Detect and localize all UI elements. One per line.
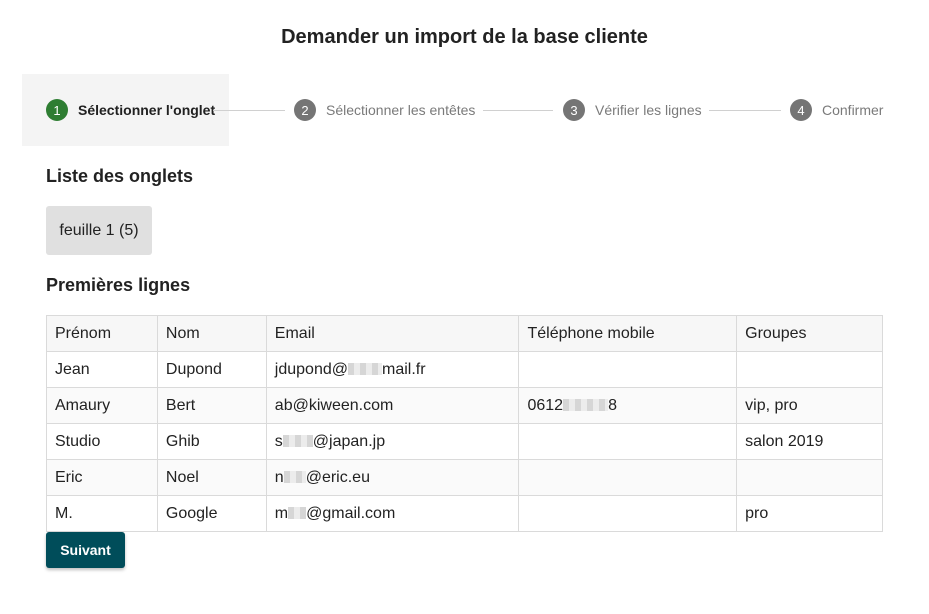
step-number-badge: 2 bbox=[294, 99, 316, 121]
column-header: Téléphone mobile bbox=[518, 315, 738, 352]
cell-nom: Bert bbox=[156, 387, 267, 424]
email-text: m bbox=[274, 504, 289, 522]
cell-telephone bbox=[518, 351, 738, 388]
cell-groupes: salon 2019 bbox=[736, 423, 883, 460]
step-label: Sélectionner l'onglet bbox=[78, 102, 216, 118]
cell-nom: Noel bbox=[156, 459, 267, 496]
email-text: s bbox=[274, 432, 283, 450]
column-header: Groupes bbox=[736, 315, 883, 352]
tabs-section-title: Liste des onglets bbox=[46, 166, 194, 186]
cell-email: jdupond@ mail.fr bbox=[265, 351, 520, 388]
step-connector bbox=[213, 110, 285, 111]
email-text: @eric.eu bbox=[305, 468, 370, 486]
table-row: Eric Noel n @eric.eu bbox=[46, 459, 883, 496]
step-number-badge: 3 bbox=[563, 99, 585, 121]
cell-email: ab@kiween.com bbox=[265, 387, 520, 424]
table-row: Studio Ghib s @japan.jp salon 2019 bbox=[46, 423, 883, 460]
step-connector bbox=[709, 110, 781, 111]
email-text: jdupond@ bbox=[274, 360, 348, 378]
email-text: @japan.jp bbox=[312, 432, 386, 450]
redacted-blur bbox=[282, 434, 313, 447]
cell-nom: Google bbox=[156, 495, 267, 532]
email-text: @gmail.com bbox=[306, 504, 396, 522]
redacted-blur bbox=[283, 470, 306, 483]
cell-nom: Ghib bbox=[156, 423, 267, 460]
redacted-blur bbox=[288, 506, 307, 519]
telephone-text: 8 bbox=[608, 396, 617, 414]
cell-groupes bbox=[736, 351, 883, 388]
next-button[interactable]: Suivant bbox=[46, 532, 125, 568]
column-header: Email bbox=[265, 315, 520, 352]
step-verify-rows[interactable]: 3 Vérifier les lignes bbox=[563, 99, 702, 121]
cell-nom: Dupond bbox=[156, 351, 267, 388]
step-select-tab[interactable]: 1 Sélectionner l'onglet bbox=[46, 99, 215, 121]
table-row: Jean Dupond jdupond@ mail.fr bbox=[46, 351, 883, 388]
step-connector bbox=[483, 110, 553, 111]
cell-prenom: Eric bbox=[46, 459, 158, 496]
cell-prenom: Studio bbox=[46, 423, 158, 460]
cell-email: s @japan.jp bbox=[265, 423, 520, 460]
cell-prenom: Jean bbox=[46, 351, 158, 388]
preview-section-title: Premières lignes bbox=[46, 275, 191, 295]
step-label: Sélectionner les entêtes bbox=[326, 102, 476, 118]
cell-telephone bbox=[518, 495, 738, 532]
cell-prenom: M. bbox=[46, 495, 158, 532]
redacted-blur bbox=[563, 398, 609, 411]
telephone-text: 0612 bbox=[527, 396, 564, 414]
column-header: Prénom bbox=[46, 315, 158, 352]
table-row: M. Google m @gmail.com pro bbox=[46, 495, 883, 532]
cell-prenom: Amaury bbox=[46, 387, 158, 424]
cell-telephone: 0612 8 bbox=[518, 387, 738, 424]
cell-groupes: vip, pro bbox=[736, 387, 883, 424]
step-number-badge: 1 bbox=[46, 99, 68, 121]
step-label: Confirmer bbox=[822, 102, 884, 118]
cell-email: n @eric.eu bbox=[265, 459, 520, 496]
cell-telephone bbox=[518, 459, 738, 496]
sheet-tab-chip[interactable]: feuille 1 (5) bbox=[46, 206, 152, 255]
cell-telephone bbox=[518, 423, 738, 460]
table-header-row: Prénom Nom Email Téléphone mobile Groupe… bbox=[46, 315, 883, 352]
email-text: n bbox=[274, 468, 284, 486]
step-select-headers[interactable]: 2 Sélectionner les entêtes bbox=[294, 99, 475, 121]
redacted-blur bbox=[347, 362, 382, 375]
cell-groupes bbox=[736, 459, 883, 496]
preview-table: Prénom Nom Email Téléphone mobile Groupe… bbox=[46, 315, 883, 532]
page-title: Demander un import de la base cliente bbox=[281, 26, 648, 48]
step-number-badge: 4 bbox=[790, 99, 812, 121]
cell-email: m @gmail.com bbox=[265, 495, 520, 532]
import-stepper: 1 Sélectionner l'onglet 2 Sélectionner l… bbox=[22, 74, 907, 146]
table-row: Amaury Bert ab@kiween.com 0612 8 vip, pro bbox=[46, 387, 883, 424]
email-text: mail.fr bbox=[381, 360, 426, 378]
column-header: Nom bbox=[156, 315, 267, 352]
step-confirm[interactable]: 4 Confirmer bbox=[790, 99, 883, 121]
cell-groupes: pro bbox=[736, 495, 883, 532]
step-label: Vérifier les lignes bbox=[595, 102, 702, 118]
